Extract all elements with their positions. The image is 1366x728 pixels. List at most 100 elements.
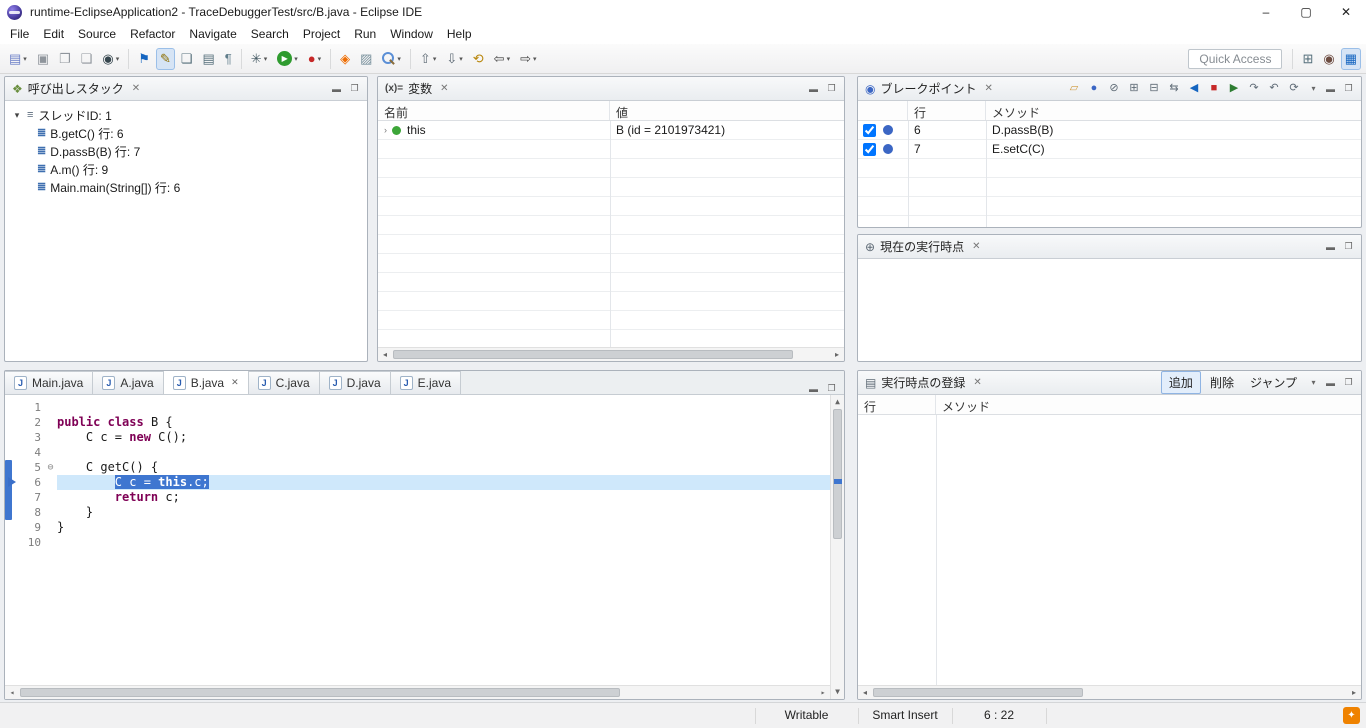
menu-window[interactable]: Window — [383, 25, 440, 43]
column-value[interactable]: 値 — [610, 101, 844, 120]
step-over-icon[interactable]: ↷ — [1244, 83, 1264, 94]
line-number[interactable]: 3 — [18, 430, 44, 445]
editor-tab-d[interactable]: JD.java — [319, 371, 391, 394]
line-number[interactable]: 4 — [18, 445, 44, 460]
dropdown-arrow-icon[interactable]: ▾ — [116, 55, 120, 63]
horizontal-scrollbar[interactable]: ◂ ▸ — [378, 347, 844, 361]
line-number[interactable]: 8 — [18, 505, 44, 520]
maximize-view-icon[interactable]: ❐ — [347, 83, 362, 94]
line-number[interactable]: 5 — [18, 460, 44, 475]
column-line[interactable]: 行 — [908, 101, 986, 120]
variable-row[interactable]: ›thisB (id = 2101973421) — [378, 121, 844, 140]
dropdown-arrow-icon[interactable]: ▾ — [459, 55, 463, 63]
menu-file[interactable]: File — [3, 25, 36, 43]
line-number[interactable]: 9 — [18, 520, 44, 535]
editor-marker-bar[interactable] — [5, 395, 18, 699]
code-line[interactable] — [57, 400, 830, 415]
editor-tab-b[interactable]: JB.java✕ — [163, 370, 249, 394]
code-area[interactable]: public class B { C c = new C(); C getC()… — [57, 395, 830, 699]
expand-arrow-icon[interactable]: ▾ — [12, 110, 22, 121]
code-line[interactable]: C getC() { — [57, 460, 830, 475]
scroll-down-icon[interactable]: ▼ — [831, 685, 844, 699]
menu-refactor[interactable]: Refactor — [123, 25, 182, 43]
menu-edit[interactable]: Edit — [36, 25, 71, 43]
scroll-right-icon[interactable]: ▸ — [816, 686, 830, 699]
close-view-icon[interactable]: ✕ — [132, 83, 140, 94]
execution-registry-tab[interactable]: ▤ 実行時点の登録 ✕ — [858, 371, 989, 394]
add-breakpoint-icon[interactable]: ● — [1084, 83, 1104, 94]
scrollbar-thumb[interactable] — [393, 350, 793, 359]
terminate-icon[interactable]: ■ — [1204, 83, 1224, 94]
close-tab-icon[interactable]: ✕ — [231, 377, 239, 388]
stack-frame[interactable]: ≣A.m() 行: 9 — [7, 160, 365, 178]
maximize-view-icon[interactable]: ❐ — [1341, 241, 1356, 252]
editor-tab-e[interactable]: JE.java — [390, 371, 461, 394]
step-return-icon[interactable]: ↶ — [1264, 83, 1284, 94]
code-line[interactable]: return c; — [57, 490, 830, 505]
dropdown-arrow-icon[interactable]: ▾ — [397, 55, 401, 63]
stack-frame[interactable]: ≣B.getC() 行: 6 — [7, 124, 365, 142]
code-line[interactable] — [57, 535, 830, 550]
minimize-view-icon[interactable]: ▬ — [1323, 242, 1338, 252]
stack-frame[interactable]: ≣D.passB(B) 行: 7 — [7, 142, 365, 160]
maximize-button[interactable]: ▢ — [1286, 0, 1326, 24]
overview-annotation[interactable] — [834, 479, 842, 484]
editor-tab-a[interactable]: JA.java — [92, 371, 163, 394]
last-edit-location-button[interactable]: ⟲ — [469, 48, 488, 70]
scrollbar-thumb[interactable] — [833, 409, 842, 539]
run-button[interactable]: ▶▾ — [273, 48, 302, 70]
maximize-view-icon[interactable]: ❐ — [824, 83, 839, 94]
resume-icon[interactable]: ▶ — [1224, 83, 1244, 94]
scroll-left-icon[interactable]: ◂ — [858, 686, 872, 699]
editor-tab-main[interactable]: JMain.java — [4, 371, 93, 394]
open-trace-button[interactable]: ▤ — [199, 48, 219, 70]
step-backward-icon[interactable]: ◀ — [1184, 83, 1204, 94]
code-line[interactable]: } — [57, 520, 830, 535]
account-button[interactable]: ◉▾ — [98, 48, 123, 70]
column-method[interactable]: メソッド — [986, 101, 1361, 120]
horizontal-scrollbar[interactable]: ◂ ▸ — [5, 685, 830, 699]
previous-annotation-button[interactable]: ⇧▾ — [416, 48, 440, 70]
variables-tab[interactable]: (x)= 変数 ✕ — [378, 77, 455, 100]
menu-help[interactable]: Help — [440, 25, 479, 43]
toggle-trace-button[interactable]: ⚑ — [134, 48, 154, 70]
editor-tab-c[interactable]: JC.java — [248, 371, 320, 394]
open-type-button[interactable]: ◈ — [336, 48, 354, 70]
dropdown-arrow-icon[interactable]: ▾ — [23, 55, 27, 63]
close-view-icon[interactable]: ✕ — [440, 83, 448, 94]
registry-action-削除[interactable]: 削除 — [1203, 372, 1241, 393]
vertical-scrollbar[interactable]: ▲ ▼ — [830, 395, 844, 699]
line-number[interactable]: 2 — [18, 415, 44, 430]
search-button[interactable]: ▾ — [378, 48, 405, 70]
line-number-ruler[interactable]: 12345678910 — [18, 395, 44, 699]
minimize-button[interactable]: – — [1246, 0, 1286, 24]
close-view-icon[interactable]: ✕ — [972, 241, 980, 252]
minimize-view-icon[interactable]: ▬ — [806, 84, 821, 94]
column-name[interactable]: 名前 — [378, 101, 610, 120]
menu-navigate[interactable]: Navigate — [182, 25, 243, 43]
menu-source[interactable]: Source — [71, 25, 123, 43]
view-menu-icon[interactable]: ▾ — [1307, 84, 1320, 93]
expand-all-icon[interactable]: ⊞ — [1124, 83, 1144, 94]
trace-debugger-perspective-button[interactable]: ▦ — [1341, 48, 1361, 70]
call-stack-tab[interactable]: ❖ 呼び出しスタック ✕ — [5, 77, 147, 100]
code-line[interactable]: C c = this.c; — [57, 475, 830, 490]
breakpoint-checkbox[interactable] — [863, 124, 876, 137]
breakpoint-row[interactable]: 6D.passB(B) — [858, 121, 1361, 140]
line-number[interactable]: 1 — [18, 400, 44, 415]
link-with-editor-icon[interactable]: ⇆ — [1164, 83, 1184, 94]
dropdown-arrow-icon[interactable]: ▾ — [318, 55, 322, 63]
minimize-view-icon[interactable]: ▬ — [806, 384, 821, 394]
code-line[interactable]: C c = new C(); — [57, 430, 830, 445]
menu-run[interactable]: Run — [347, 25, 383, 43]
scrollbar-thumb[interactable] — [873, 688, 1083, 697]
dropdown-arrow-icon[interactable]: ▾ — [433, 55, 437, 63]
close-view-icon[interactable]: ✕ — [985, 83, 993, 94]
skip-all-breakpoints-icon[interactable]: ⊘ — [1104, 83, 1124, 94]
copy-button[interactable]: ❏ — [77, 48, 97, 70]
view-menu-icon[interactable]: ▾ — [1307, 378, 1320, 387]
close-button[interactable]: ✕ — [1326, 0, 1366, 24]
column-line[interactable]: 行 — [858, 395, 936, 414]
scroll-left-icon[interactable]: ◂ — [5, 686, 19, 699]
scrollbar-thumb[interactable] — [20, 688, 620, 697]
